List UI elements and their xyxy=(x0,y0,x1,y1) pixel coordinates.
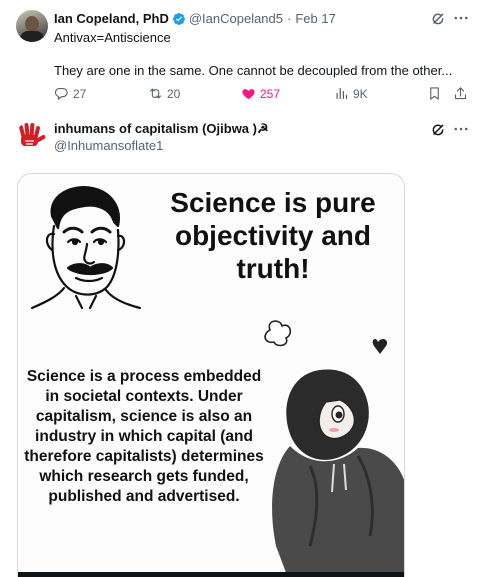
bookmark-icon xyxy=(430,87,439,100)
like-count: 257 xyxy=(260,86,281,101)
meme-body-text: Science is a process embedded in societa… xyxy=(24,368,264,505)
author-name[interactable]: inhumans of capitalism (Ojibwa )☭ xyxy=(54,121,269,137)
meme-title: Science is pure objectivity and truth! xyxy=(170,187,376,284)
tweet-header: Ian Copeland, PhD @IanCopeland5 · Feb 17 xyxy=(54,11,336,26)
author-handle[interactable]: @IanCopeland5 xyxy=(189,11,283,26)
share-icon xyxy=(454,87,467,100)
bookmark-button[interactable] xyxy=(427,86,442,101)
like-icon xyxy=(242,89,255,100)
more-icon[interactable] xyxy=(452,9,470,27)
reply-count: 27 xyxy=(73,86,87,101)
repost-count: 20 xyxy=(167,86,181,101)
tweet-date[interactable]: Feb 17 xyxy=(295,11,335,26)
views-button[interactable]: 9K xyxy=(334,86,368,101)
repost-button[interactable]: 20 xyxy=(148,86,180,101)
author-name[interactable]: Ian Copeland, PhD xyxy=(54,11,169,26)
repost-icon xyxy=(149,88,162,99)
tweet-text-line1: Antivax=Antiscience xyxy=(54,30,171,45)
views-icon xyxy=(336,87,348,100)
avatar-shirt xyxy=(20,31,44,42)
media-bottom-edge xyxy=(18,572,404,577)
share-button[interactable] xyxy=(453,86,468,101)
red-hand-avatar xyxy=(18,123,46,146)
view-count: 9K xyxy=(353,86,368,101)
grok-icon[interactable] xyxy=(430,122,446,138)
grok-icon[interactable] xyxy=(430,11,446,27)
author-avatar[interactable] xyxy=(16,10,48,42)
reply-button[interactable]: 27 xyxy=(54,86,86,101)
reply-icon xyxy=(54,87,68,100)
author-avatar[interactable] xyxy=(16,121,48,153)
anime-character-illustration xyxy=(264,320,404,577)
separator-dot: · xyxy=(287,11,292,26)
verified-badge-icon xyxy=(172,12,185,25)
scientist-cartoon xyxy=(30,186,142,310)
tweet-ian-copeland: Ian Copeland, PhD @IanCopeland5 · Feb 17… xyxy=(0,0,490,112)
tweet-actions: 27 20 257 9K xyxy=(54,86,474,104)
meme-image[interactable]: Science is pure objectivity and truth! S… xyxy=(17,173,405,577)
tweet-text-line2: They are one in the same. One cannot be … xyxy=(54,63,453,78)
tweet-inhumans-of-capitalism: inhumans of capitalism (Ojibwa )☭ @Inhum… xyxy=(0,112,490,577)
like-button[interactable]: 257 xyxy=(241,86,280,101)
more-icon[interactable] xyxy=(452,120,470,138)
avatar-face xyxy=(25,16,39,32)
author-handle[interactable]: @Inhumansoflate1 xyxy=(54,138,163,153)
